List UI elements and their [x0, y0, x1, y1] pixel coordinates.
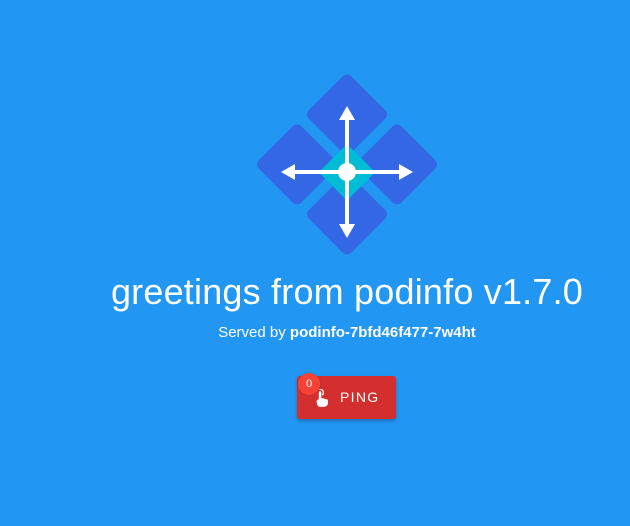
logo-center-dot [338, 163, 356, 181]
served-by-host: podinfo-7bfd46f477-7w4ht [289, 324, 476, 341]
ping-button-label: PING [340, 389, 380, 405]
podinfo-page: greetings from podinfo v1.7.0 Served by … [0, 0, 630, 526]
served-by-label: Served by [218, 324, 286, 341]
page-title: greetings from podinfo v1.7.0 [110, 271, 584, 312]
ping-count-badge: 0 [298, 373, 320, 395]
podinfo-logo-icon [257, 74, 437, 255]
served-by-line: Served by podinfo-7bfd46f477-7w4ht [0, 323, 630, 343]
